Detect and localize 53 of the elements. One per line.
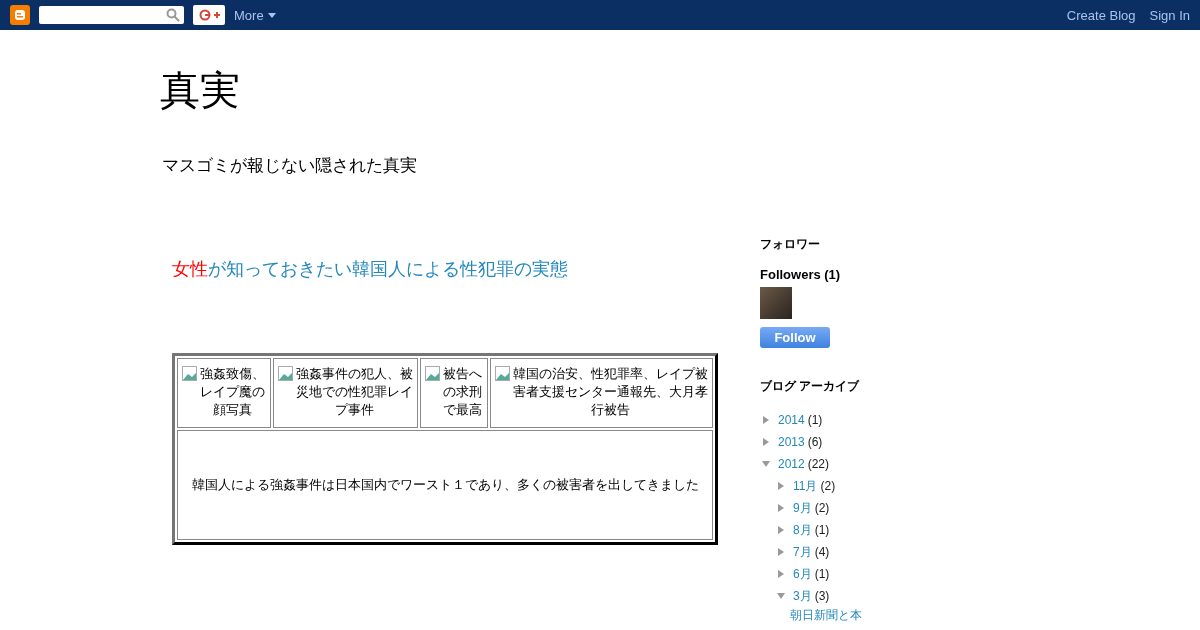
post-title[interactable]: 女性が知っておきたい韓国人による性犯罪の実態 <box>160 177 720 281</box>
down-triangle-icon[interactable] <box>777 591 785 600</box>
archive-link[interactable]: 6月 <box>793 565 812 583</box>
post-count: (1) <box>814 567 830 581</box>
broken-image-icon <box>494 366 511 382</box>
nav-link[interactable]: Create Blog <box>1066 7 1136 23</box>
right-triangle-icon[interactable] <box>777 569 785 578</box>
archive-link[interactable]: 3月 <box>793 587 812 605</box>
follow-button[interactable]: Follow <box>760 327 830 348</box>
broken-image-icon <box>182 366 198 382</box>
archive-link[interactable]: 9月 <box>793 499 812 517</box>
right-triangle-icon[interactable] <box>777 547 785 556</box>
post-count: (3) <box>814 589 830 603</box>
right-triangle-icon[interactable] <box>762 437 770 446</box>
google-plus-icon[interactable] <box>193 5 225 25</box>
post-count: (2) <box>814 501 830 515</box>
post-count: (2) <box>820 479 836 493</box>
post-count: (1) <box>814 523 830 537</box>
archive-link[interactable]: 2012 <box>778 457 805 471</box>
image-alt-text: 被告への求刑で最高 <box>443 365 483 419</box>
widget-heading: ブログ アーカイブ <box>760 378 861 395</box>
archive-link[interactable]: 11月 <box>793 477 818 495</box>
caption-cell: 韓国人による強姦事件は日本国内でワースト１であり、多くの被害者を出してきました <box>177 430 713 540</box>
archive-link[interactable]: 2013 <box>778 435 805 449</box>
archive-link[interactable]: 8月 <box>793 521 812 539</box>
post-count: (22) <box>807 457 830 471</box>
archive-link[interactable]: 7月 <box>793 543 812 561</box>
post-count: (6) <box>807 435 823 449</box>
image-alt-text: 強姦致傷、レイプ魔の顔写真 <box>200 365 266 419</box>
post-link[interactable]: 朝日新聞と本 <box>760 607 960 624</box>
post-count: (4) <box>814 545 830 559</box>
right-triangle-icon[interactable] <box>777 481 785 490</box>
blog-title: 真実 <box>160 67 241 114</box>
archive-link[interactable]: 2014 <box>778 413 805 427</box>
widget-heading: フォロワー <box>760 236 821 253</box>
search-icon <box>166 8 180 22</box>
search-field[interactable] <box>39 6 184 24</box>
blog-logo[interactable] <box>10 5 30 25</box>
blog-description: マスゴミが報じない隠された真実 <box>162 155 418 177</box>
right-triangle-icon[interactable] <box>777 503 785 512</box>
followers-count: Followers (1) <box>760 267 842 282</box>
caret-icon <box>267 12 276 18</box>
more-menu[interactable]: More <box>234 7 276 23</box>
down-triangle-icon[interactable] <box>762 459 770 468</box>
right-triangle-icon[interactable] <box>762 415 770 424</box>
image-alt-text: 韓国の治安、性犯罪率、レイプ被害者支援センター通報先、大月孝行被告 <box>512 365 708 419</box>
nav-link[interactable]: Sign In <box>1149 7 1190 23</box>
image-alt-text: 強姦事件の犯人、被災地での性犯罪レイプ事件 <box>295 365 413 419</box>
right-triangle-icon[interactable] <box>777 525 785 534</box>
avatar-placeholder[interactable] <box>760 287 792 319</box>
broken-image-icon <box>277 366 294 382</box>
broken-image-icon <box>425 366 441 382</box>
post-count: (1) <box>807 413 823 427</box>
